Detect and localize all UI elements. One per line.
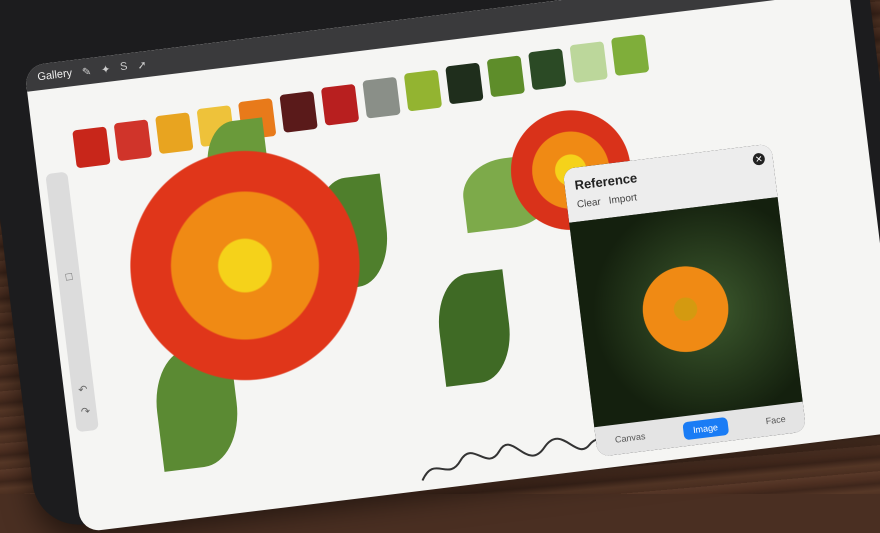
wrench-icon[interactable]: ✎	[81, 64, 92, 78]
color-swatch[interactable]	[72, 126, 111, 169]
redo-icon[interactable]: ↷	[76, 402, 96, 422]
color-swatch[interactable]	[610, 34, 650, 76]
import-button[interactable]: Import	[608, 192, 637, 206]
color-swatch[interactable]	[279, 90, 318, 133]
large-orange-flower	[116, 137, 374, 394]
tab-face[interactable]: Face	[765, 414, 786, 426]
adjustments-icon[interactable]: ✦	[100, 62, 111, 76]
tab-image[interactable]: Image	[682, 416, 729, 441]
color-swatch[interactable]	[113, 119, 153, 162]
modify-button[interactable]: □	[59, 267, 79, 287]
color-swatch[interactable]	[320, 83, 360, 126]
tab-canvas[interactable]: Canvas	[614, 431, 646, 445]
color-swatch[interactable]	[445, 62, 484, 105]
gallery-button[interactable]: Gallery	[37, 67, 73, 83]
undo-icon[interactable]: ↶	[73, 380, 93, 400]
color-swatch[interactable]	[528, 48, 567, 91]
reference-panel: Reference Clear Import ✕ Canvas Image Fa…	[562, 143, 807, 457]
reference-title: Reference	[573, 170, 638, 193]
color-swatch[interactable]	[362, 76, 401, 119]
painted-leaf	[432, 269, 516, 387]
clear-button[interactable]: Clear	[576, 197, 601, 211]
color-swatch[interactable]	[403, 69, 443, 112]
reference-photo	[569, 197, 803, 428]
photo-flower	[629, 253, 742, 365]
color-swatch[interactable]	[155, 112, 194, 155]
close-icon[interactable]: ✕	[752, 152, 766, 166]
transform-icon[interactable]: ➚	[137, 58, 148, 72]
color-swatch[interactable]	[569, 41, 608, 84]
selection-icon[interactable]: S	[119, 60, 128, 73]
color-swatch[interactable]	[486, 55, 526, 98]
